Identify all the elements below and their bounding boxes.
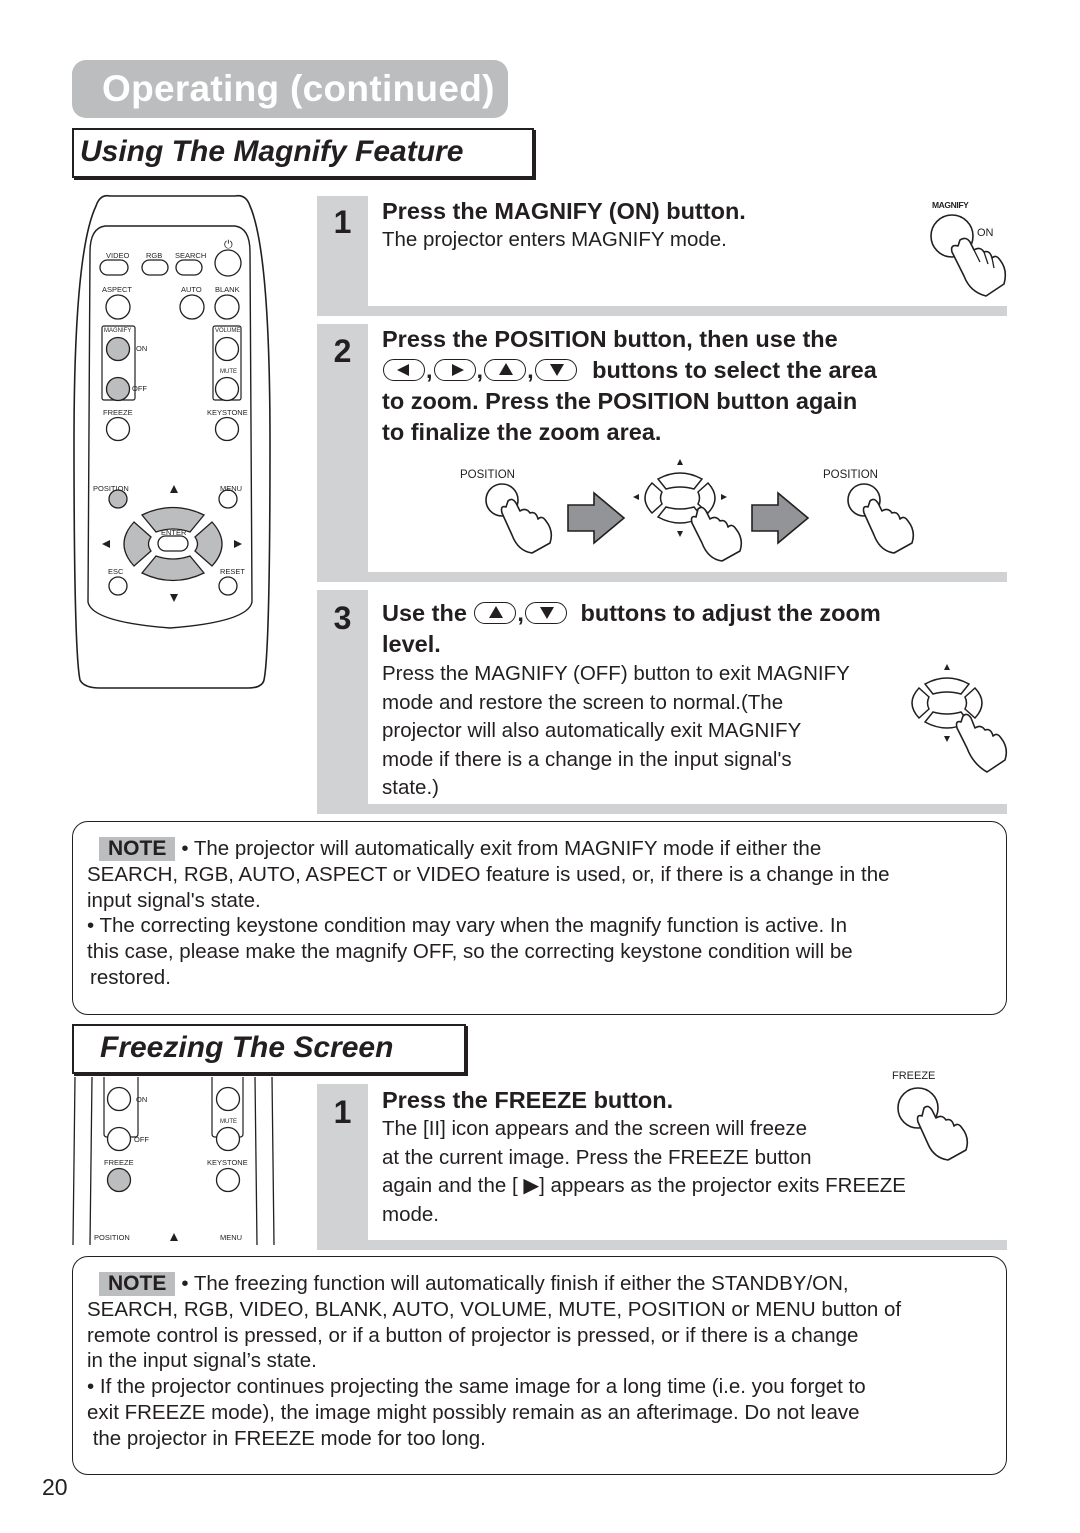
step-heading-text: Use the (382, 600, 467, 626)
remote-label-on: ON (136, 344, 148, 353)
body-line: projector will also automatically exit M… (382, 719, 802, 742)
body-line: mode if there is a change in the input s… (382, 747, 792, 771)
note-tag: NOTE (99, 1272, 176, 1296)
hand-press-button-icon (897, 1087, 969, 1161)
note-freeze: NOTE • The freezing function will automat… (72, 1256, 1007, 1475)
down-button-icon (534, 359, 577, 381)
dpad-icon (633, 459, 743, 562)
position-sequence-drawing (485, 459, 915, 562)
note-line: restored. (90, 965, 171, 989)
hand-press-position-icon-left (485, 483, 553, 554)
remote-label-mute: MUTE (220, 369, 237, 375)
remote-control-partial-illustration: ON OFF MUTE FREEZE KEYSTONE POSITION MEN… (72, 1077, 277, 1245)
body-line: The [II] icon appears and the screen wil… (382, 1117, 808, 1140)
remote-label-freeze: FREEZE (103, 408, 133, 417)
remote-label-auto: AUTO (181, 285, 202, 294)
remote-label-position: POSITION (94, 1233, 130, 1242)
remote-label-off: OFF (132, 384, 147, 393)
step-heading-line: level. (382, 631, 441, 657)
note-line: remote control is pressed, or if a butto… (87, 1323, 859, 1347)
note-line: • If the projector continues projecting … (87, 1375, 866, 1399)
note-line: exit FREEZE mode), the image might possi… (87, 1400, 860, 1424)
body-line: again and the [ ▶] appears as the projec… (382, 1174, 906, 1197)
note-line: • The projector will automatically exit … (181, 837, 822, 860)
body-line: mode and restore the screen to normal.(T… (382, 690, 784, 714)
remote-label-search: SEARCH (175, 251, 207, 260)
step-heading-text: buttons to adjust the zoom (580, 600, 881, 626)
note-magnify: NOTE • The projector will automatically e… (72, 821, 1007, 1015)
up-button-icon (474, 602, 517, 624)
remote-label-rgb: RGB (146, 251, 163, 260)
note-line: • The freezing function will automatical… (181, 1272, 849, 1295)
note-line: in the input signal’s state. (87, 1349, 317, 1373)
remote-label-enter: ENTER (161, 528, 187, 537)
remote-label-keystone: KEYSTONE (207, 1158, 248, 1167)
note-line: • The correcting keystone condition may … (87, 914, 847, 938)
hand-press-button-icon (930, 214, 1007, 297)
step-number: 2 (333, 333, 352, 369)
dpad-press-down-icon (911, 664, 1008, 773)
step-body: Press the MAGNIFY (OFF) button to exit M… (382, 660, 850, 803)
hand-press-freeze-illustration: FREEZE (886, 1068, 986, 1168)
step-heading-line: to zoom. Press the POSITION button again (382, 388, 858, 414)
step-heading-line-buttons: ,,, buttons to select the area (382, 355, 877, 386)
page-number: 20 (42, 1474, 68, 1500)
remote-label-mute: MUTE (220, 1119, 237, 1125)
left-button-icon (383, 359, 425, 381)
body-line: at the current image. Press the FREEZE b… (382, 1145, 812, 1169)
down-button-icon (524, 602, 567, 624)
step-heading-line: to finalize the zoom area. (382, 419, 662, 445)
step-heading: Use the , buttons to adjust the zoom lev… (382, 598, 881, 660)
step-heading: Press the FREEZE button. (382, 1087, 674, 1113)
step-number: 3 (333, 600, 352, 636)
remote-control-illustration: ⏻ VIDEO RGB SEARCH ASPECT AUTO BLANK MAG… (70, 192, 275, 692)
up-button-icon (484, 359, 527, 381)
remote-label-esc: ESC (108, 567, 124, 576)
remote-label-menu: MENU (220, 484, 243, 493)
right-button-icon (433, 359, 476, 381)
remote-label-keystone: KEYSTONE (207, 408, 248, 417)
step-body: The projector enters MAGNIFY mode. (382, 228, 727, 251)
remote-label-magnify: MAGNIFY (104, 328, 132, 334)
body-line: mode. (382, 1202, 439, 1226)
position-sequence-illustration: POSITION POSITION (450, 455, 920, 570)
remote-label-volume: VOLUME (215, 328, 241, 334)
note-line: the projector in FREEZE mode for too lon… (87, 1426, 486, 1450)
remote-label-menu: MENU (220, 1233, 243, 1242)
remote-label-reset: RESET (220, 567, 246, 576)
step-heading-line: Press the POSITION button, then use the (382, 326, 838, 352)
section-heading-magnify: Using The Magnify Feature (72, 128, 534, 178)
remote-control-outline: ⏻ (73, 194, 271, 689)
section-heading-freeze: Freezing The Screen (72, 1024, 466, 1074)
note-tag: NOTE (99, 837, 176, 861)
note-line: this case, please make the magnify OFF, … (87, 940, 853, 964)
step-number: 1 (333, 204, 352, 240)
remote-label-on: ON (136, 1095, 148, 1104)
svg-text:⏻: ⏻ (224, 238, 233, 251)
note-line: SEARCH, RGB, VIDEO, BLANK, AUTO, VOLUME,… (87, 1297, 902, 1321)
hand-press-magnify-illustration: MAGNIFY ON (920, 198, 1010, 298)
step-heading-text: buttons to select the area (592, 357, 877, 383)
body-line: Press the MAGNIFY (OFF) button to exit M… (382, 662, 850, 685)
remote-label-aspect: ASPECT (102, 285, 133, 294)
arrow-right-icon (567, 491, 626, 545)
step-body: The [II] icon appears and the screen wil… (382, 1115, 906, 1229)
step-number: 1 (333, 1094, 352, 1130)
step-heading: Press the POSITION button, then use the … (382, 324, 877, 448)
remote-label-blank: BLANK (215, 285, 240, 294)
remote-label-off: OFF (134, 1135, 149, 1144)
note-line: input signal's state. (87, 888, 261, 912)
remote-label-position: POSITION (93, 484, 129, 493)
arrow-right-icon (751, 491, 810, 545)
remote-label-freeze: FREEZE (104, 1158, 134, 1167)
hand-press-position-icon-right (847, 483, 915, 554)
body-line: state.) (382, 776, 439, 799)
page-title: Operating (continued) (72, 60, 508, 118)
step-heading: Press the MAGNIFY (ON) button. (382, 198, 746, 224)
remote-label-video: VIDEO (106, 251, 130, 260)
note-line: SEARCH, RGB, AUTO, ASPECT or VIDEO featu… (87, 862, 890, 886)
